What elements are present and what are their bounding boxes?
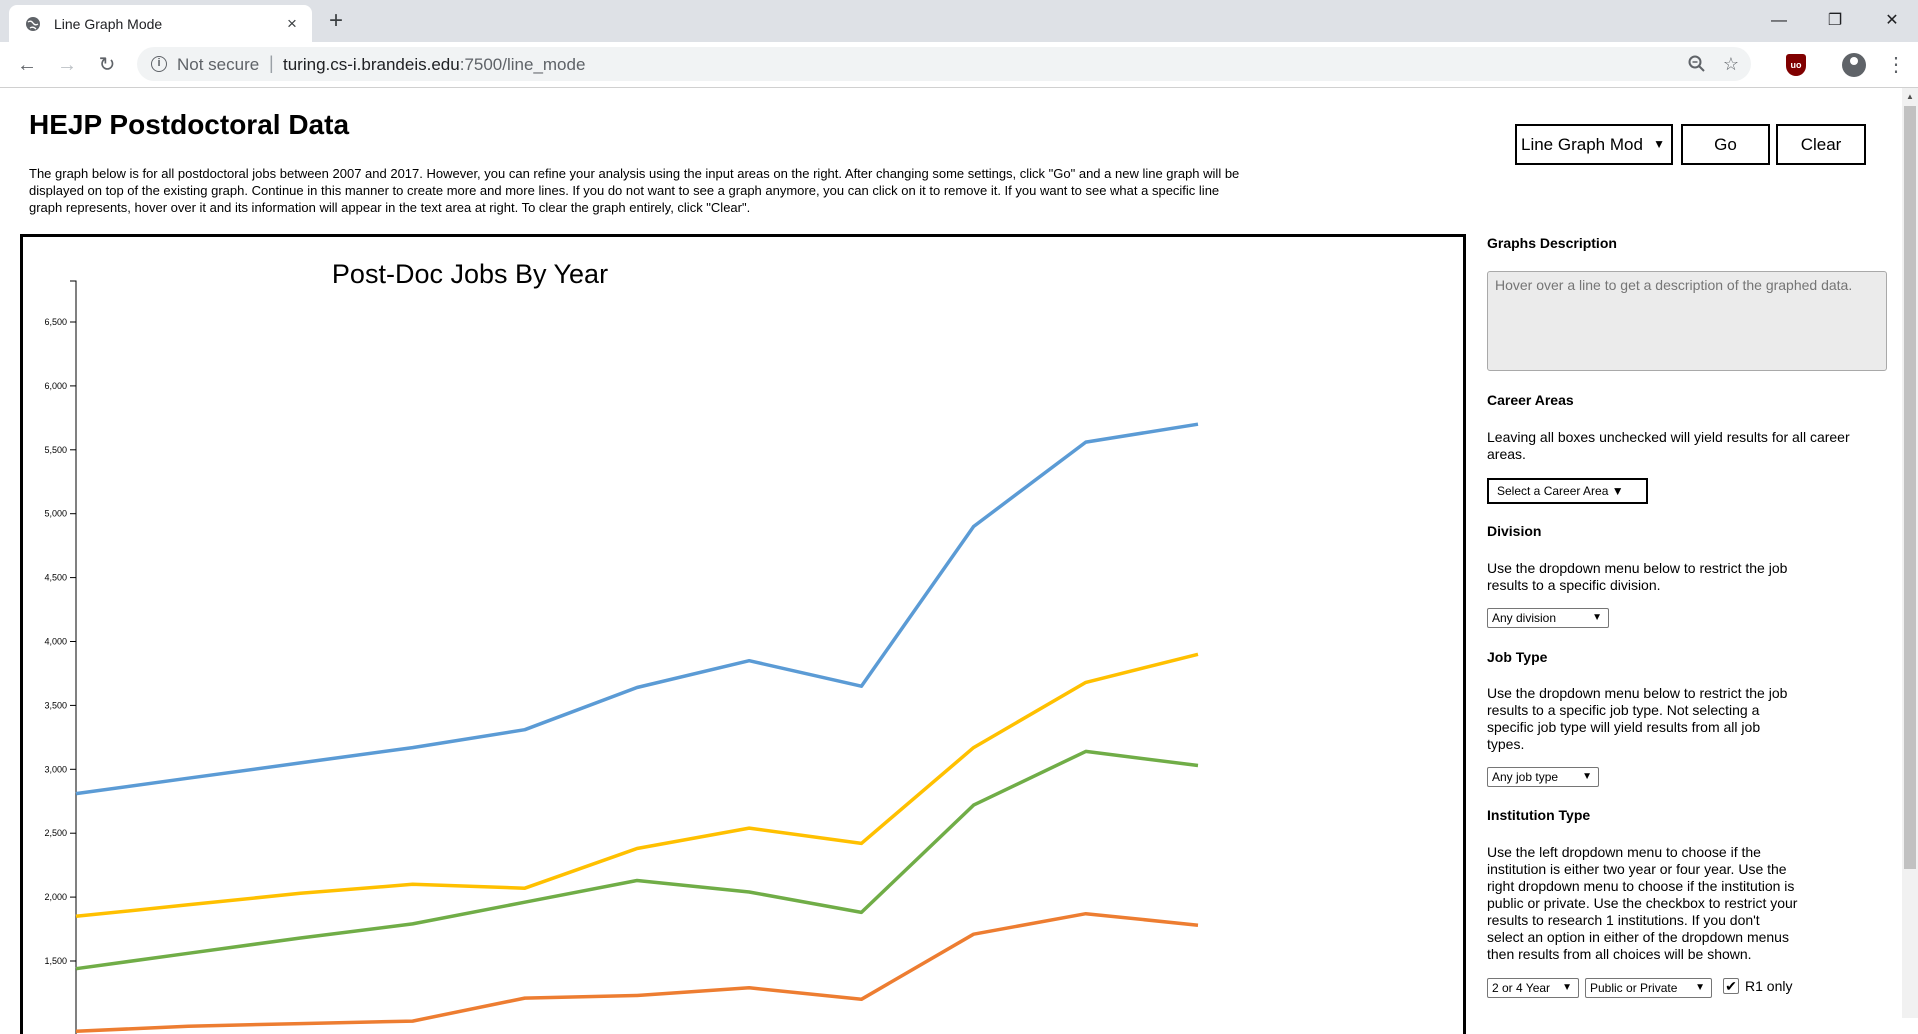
- intro-text: The graph below is for all postdoctoral …: [29, 165, 1429, 216]
- job-type-heading: Job Type: [1487, 649, 1548, 665]
- graphs-description-heading: Graphs Description: [1487, 235, 1617, 251]
- page-content: HEJP Postdoctoral Data The graph below i…: [0, 88, 1918, 1034]
- year-type-select[interactable]: 2 or 4 Year ▼: [1487, 978, 1579, 998]
- division-text: Use the dropdown menu below to restrict …: [1487, 560, 1788, 593]
- new-tab-button[interactable]: +: [322, 7, 350, 35]
- profile-avatar-icon[interactable]: [1842, 53, 1866, 77]
- career-area-button[interactable]: Select a Career Area ▼: [1487, 478, 1648, 504]
- dropdown-arrow-icon: ▼: [1653, 137, 1665, 151]
- description-textarea[interactable]: [1487, 271, 1887, 371]
- series-line-4[interactable]: [75, 911, 1199, 1034]
- intro-line: The graph below is for all postdoctoral …: [29, 166, 1240, 181]
- intro-line: graph represents, hover over it and its …: [29, 200, 751, 215]
- bookmark-star-icon[interactable]: ☆: [1721, 54, 1741, 74]
- institution-type-heading: Institution Type: [1487, 807, 1591, 823]
- scrollbar[interactable]: ▲: [1902, 88, 1918, 1018]
- dropdown-arrow-icon: ▼: [1582, 771, 1592, 782]
- y-tick-label: 2,000: [44, 892, 67, 902]
- reload-icon[interactable]: ↻: [92, 50, 122, 80]
- y-tick-label: 5,500: [44, 445, 67, 455]
- zoom-icon[interactable]: [1687, 54, 1707, 74]
- clear-button[interactable]: Clear: [1776, 124, 1866, 165]
- r1-checkbox[interactable]: ✔: [1723, 978, 1739, 994]
- mode-select[interactable]: Line Graph Mod ▼: [1515, 124, 1673, 165]
- forward-arrow-icon[interactable]: →: [52, 50, 82, 80]
- browser-toolbar: ← → ↻ i Not secure | turing.cs-i.brandei…: [0, 42, 1918, 88]
- scrollbar-thumb[interactable]: [1904, 106, 1916, 869]
- address-bar[interactable]: i Not secure | turing.cs-i.brandeis.edu:…: [137, 47, 1751, 81]
- dropdown-arrow-icon: ▼: [1562, 982, 1572, 993]
- y-tick-label: 1,500: [44, 956, 67, 966]
- browser-tab[interactable]: Line Graph Mode ×: [9, 5, 312, 42]
- y-tick-label: 3,000: [44, 764, 67, 774]
- globe-icon: [26, 17, 40, 31]
- y-tick-label: 2,500: [44, 828, 67, 838]
- minimize-button[interactable]: —: [1759, 8, 1799, 34]
- close-tab-icon[interactable]: ×: [281, 13, 303, 35]
- division-select[interactable]: Any division ▼: [1487, 608, 1609, 628]
- ublock-extension-icon[interactable]: uo: [1786, 54, 1806, 76]
- page-title: HEJP Postdoctoral Data: [29, 109, 350, 140]
- scroll-up-icon[interactable]: ▲: [1906, 92, 1914, 101]
- restore-button[interactable]: ❐: [1815, 8, 1855, 34]
- dropdown-arrow-icon: ▼: [1592, 612, 1602, 623]
- url-separator: |: [269, 53, 274, 73]
- job-type-select[interactable]: Any job type ▼: [1487, 767, 1599, 787]
- series-line-3[interactable]: [75, 749, 1199, 971]
- r1-label: R1 only: [1745, 978, 1793, 994]
- series-line-1[interactable]: [75, 422, 1199, 796]
- not-secure-label: Not secure: [177, 55, 260, 74]
- close-window-button[interactable]: ✕: [1872, 8, 1912, 34]
- y-axis: [70, 280, 77, 1034]
- go-button[interactable]: Go: [1681, 124, 1770, 165]
- tab-bar: Line Graph Mode × + — ❐ ✕: [0, 0, 1918, 42]
- back-arrow-icon[interactable]: ←: [12, 50, 42, 80]
- intro-line: displayed on top of the existing graph. …: [29, 183, 1220, 198]
- public-private-select[interactable]: Public or Private ▼: [1585, 978, 1712, 998]
- url-text: turing.cs-i.brandeis.edu:7500/line_mode: [283, 55, 586, 74]
- job-type-text: Use the dropdown menu below to restrict …: [1487, 685, 1788, 752]
- y-tick-label: 4,500: [44, 573, 67, 583]
- career-areas-text: Leaving all boxes unchecked will yield r…: [1487, 429, 1850, 462]
- y-tick-label: 4,000: [44, 637, 67, 647]
- chart-title: Post-Doc Jobs By Year: [332, 259, 608, 289]
- menu-icon[interactable]: ⋮: [1886, 52, 1906, 78]
- series-line-2[interactable]: [75, 652, 1199, 919]
- info-icon[interactable]: i: [151, 56, 167, 72]
- career-areas-heading: Career Areas: [1487, 392, 1574, 408]
- chart-container: Post-Doc Jobs By Year 1,500 2,000 2,500 3,00…: [20, 234, 1466, 1034]
- line-chart: Post-Doc Jobs By Year 1,500 2,000 2,500 3,00…: [44, 259, 1199, 1034]
- y-tick-label: 5,000: [44, 509, 67, 519]
- institution-type-text: Use the left dropdown menu to choose if …: [1487, 844, 1798, 962]
- tab-title: Line Graph Mode: [54, 16, 163, 32]
- division-heading: Division: [1487, 523, 1542, 539]
- y-tick-label: 6,500: [44, 317, 67, 327]
- dropdown-arrow-icon: ▼: [1695, 982, 1705, 993]
- y-tick-label: 3,500: [44, 700, 67, 710]
- y-tick-label: 6,000: [44, 381, 67, 391]
